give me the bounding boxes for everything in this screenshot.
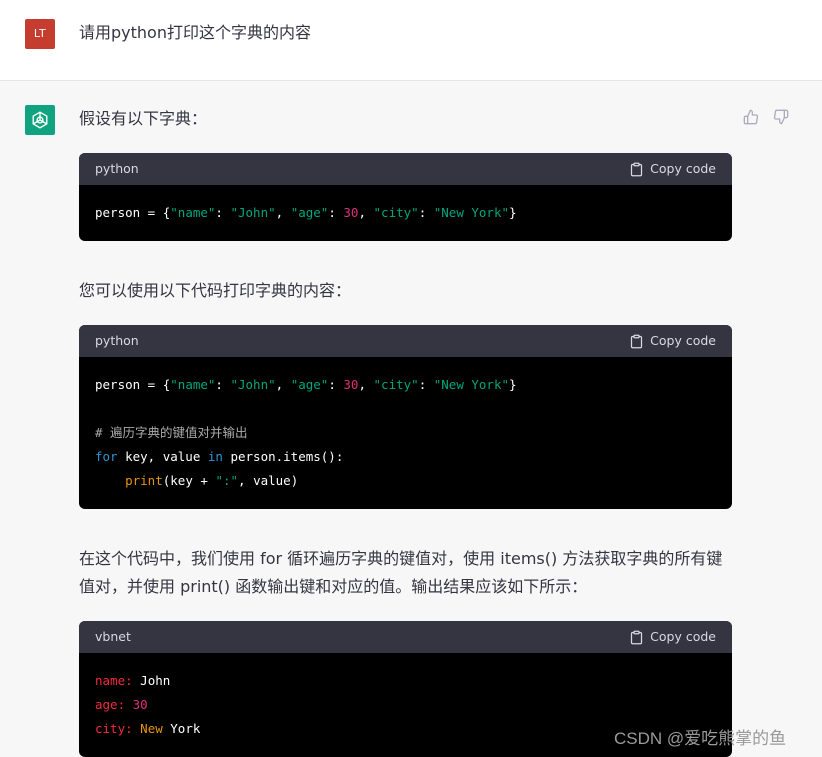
code-header: python Copy code [79,325,732,357]
copy-code-button[interactable]: Copy code [629,621,716,653]
clipboard-icon [631,162,643,176]
intro-paragraph: 假设有以下字典： [79,109,208,128]
watermark: CSDN @爱吃熊掌的鱼 [614,729,787,748]
copy-code-label: Copy code [650,629,716,644]
user-avatar: LT [25,19,55,49]
code-block-1: python Copy code person = {"name": "John… [79,153,732,241]
code-body: person = {"name": "John", "age": 30, "ci… [95,205,517,220]
code-language-label: python [95,333,139,348]
user-message-text: 请用python打印这个字典的内容 [79,23,311,42]
code-language-label: vbnet [95,629,131,644]
middle-paragraph: 您可以使用以下代码打印字典的内容： [79,281,352,300]
explanation-line: 在这个代码中，我们使用 for 循环遍历字典的键值对，使用 items() 方法… [79,549,723,568]
user-message-row: LT 请用python打印这个字典的内容 [0,0,822,81]
thumbs-up-icon[interactable] [743,109,759,129]
clipboard-icon [631,334,643,348]
code-body: person = {"name": "John", "age": 30, "ci… [95,377,517,488]
explanation-paragraph: 在这个代码中，我们使用 for 循环遍历字典的键值对，使用 items() 方法… [79,545,729,601]
assistant-message-row: 假设有以下字典： python Copy code person = {"nam… [0,81,822,757]
copy-code-label: Copy code [650,333,716,348]
explanation-line: 值对，并使用 print() 函数输出键和对应的值。输出结果应该如下所示： [79,577,588,596]
openai-logo-icon [25,105,55,135]
clipboard-icon [631,630,643,644]
code-header: python Copy code [79,153,732,185]
thumbs-down-icon[interactable] [773,109,789,129]
code-block-2: python Copy code person = {"name": "John… [79,325,732,509]
copy-code-button[interactable]: Copy code [629,153,716,185]
code-language-label: python [95,161,139,176]
copy-code-button[interactable]: Copy code [629,325,716,357]
copy-code-label: Copy code [650,161,716,176]
code-header: vbnet Copy code [79,621,732,653]
